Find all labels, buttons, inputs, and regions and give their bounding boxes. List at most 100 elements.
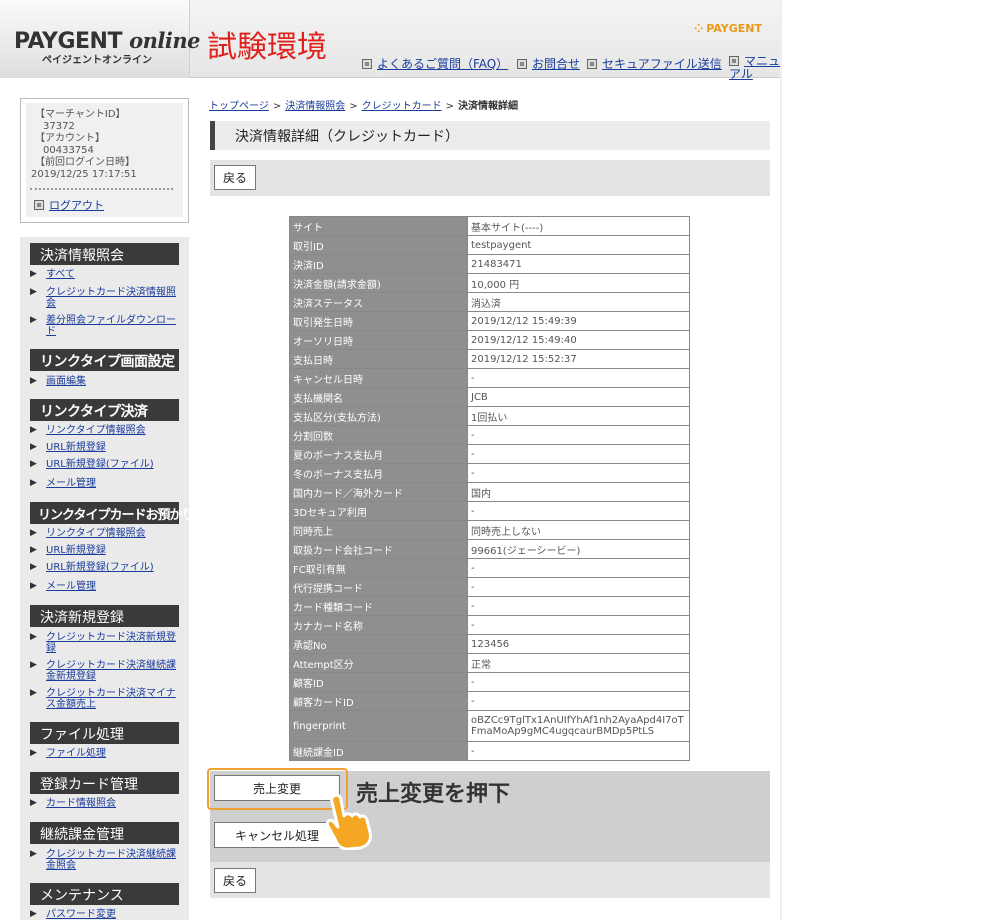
sidebar-item[interactable]: ▶ URL新規登録	[30, 442, 180, 453]
sidebar-item[interactable]: ▶ メール管理	[30, 478, 180, 489]
table-row: 夏のボーナス支払月 -	[289, 444, 690, 464]
sidebar-link[interactable]: パスワード変更	[46, 909, 116, 920]
detail-label: 国内カード／海外カード	[289, 482, 468, 502]
detail-value: 123456	[467, 634, 690, 654]
sidebar-link[interactable]: クレジットカード決済新規登録	[46, 632, 176, 654]
square-bullet-icon	[729, 56, 739, 66]
table-row: 顧客ID -	[289, 672, 690, 692]
nav-contact-link[interactable]: お問合せ	[532, 57, 580, 71]
table-row: カード種類コード -	[289, 596, 690, 616]
sidebar-heading: 登録カード管理	[30, 772, 179, 794]
breadcrumb-inquiry[interactable]: 決済情報照会	[285, 101, 345, 112]
table-row: 決済金額(請求金額) 10,000 円	[289, 273, 690, 293]
sidebar-item[interactable]: ▶ パスワード変更	[30, 909, 180, 920]
detail-label: 夏のボーナス支払月	[289, 444, 468, 464]
breadcrumb-credit[interactable]: クレジットカード	[362, 101, 442, 112]
sidebar-link[interactable]: クレジットカード決済情報照会	[46, 287, 176, 309]
nav-faq[interactable]: よくあるご質問（FAQ）	[362, 55, 508, 72]
sidebar-link[interactable]: メール管理	[46, 581, 96, 592]
arrow-right-icon: ▶	[30, 562, 37, 572]
nav-faq-link[interactable]: よくあるご質問（FAQ）	[377, 57, 508, 71]
table-row: 3Dセキュア利用 -	[289, 501, 690, 521]
account-label: 【アカウント】	[35, 133, 105, 144]
table-row: 同時売上 同時売上しない	[289, 520, 690, 540]
sidebar-link[interactable]: カード情報照会	[46, 798, 116, 809]
sidebar-item[interactable]: ▶ ファイル処理	[30, 748, 180, 759]
logout[interactable]: ログアウト	[34, 197, 104, 213]
sidebar-item[interactable]: ▶ クレジットカード決済情報照会	[30, 287, 180, 309]
table-row: 分割回数 -	[289, 425, 690, 445]
sidebar-item[interactable]: ▶ メール管理	[30, 581, 180, 592]
detail-label: 分割回数	[289, 425, 468, 445]
detail-value: -	[467, 596, 690, 616]
sidebar-link[interactable]: クレジットカード決済継続課金新規登録	[46, 660, 176, 682]
detail-value: -	[467, 463, 690, 483]
instruction-callout: 売上変更を押下	[356, 782, 511, 807]
nav-contact[interactable]: お問合せ	[517, 55, 580, 72]
sidebar-item[interactable]: ▶ すべて	[30, 269, 180, 280]
sidebar-item[interactable]: ▶ リンクタイプ情報照会	[30, 528, 180, 539]
detail-label: 顧客ID	[289, 672, 468, 692]
arrow-right-icon: ▶	[30, 478, 37, 488]
detail-value: 21483471	[467, 254, 690, 274]
table-row: オーソリ日時 2019/12/12 15:49:40	[289, 330, 690, 350]
top-nav: よくあるご質問（FAQ） お問合せ セキュアファイル送信 マニュアル	[362, 55, 782, 83]
sidebar-item[interactable]: ▶ 画面編集	[30, 376, 180, 387]
sidebar-item[interactable]: ▶ リンクタイプ情報照会	[30, 425, 180, 436]
account-id: 00433754	[43, 145, 94, 156]
back-button-bottom[interactable]: 戻る	[214, 868, 256, 893]
table-row: 代行提携コード -	[289, 577, 690, 597]
last-login-label: 【前回ログイン日時】	[35, 157, 135, 168]
nav-secure-file-link[interactable]: セキュアファイル送信	[602, 57, 722, 71]
logo[interactable]: PAYGENT online ペイジェントオンライン	[0, 0, 200, 78]
detail-value: -	[467, 615, 690, 635]
sidebar-link[interactable]: クレジットカード決済継続課金照会	[46, 849, 176, 871]
pointing-hand-icon	[325, 793, 372, 850]
arrow-right-icon: ▶	[30, 269, 37, 279]
nav-secure-file[interactable]: セキュアファイル送信	[587, 55, 722, 72]
sidebar-link[interactable]: クレジットカード決済マイナス金額売上	[46, 688, 176, 710]
square-bullet-icon	[362, 59, 372, 69]
detail-table: サイト 基本サイト(----) 取引ID testpaygent 決済ID 2148347…	[289, 216, 690, 761]
sidebar-link[interactable]: URL新規登録(ファイル)	[46, 459, 154, 470]
back-button-top[interactable]: 戻る	[214, 165, 256, 190]
sidebar-link[interactable]: URL新規登録	[46, 442, 106, 453]
detail-value: 基本サイト(----)	[467, 216, 690, 236]
sidebar-item[interactable]: ▶ 差分照会ファイルダウンロード	[30, 315, 180, 337]
sidebar-link[interactable]: リンクタイプ情報照会	[46, 425, 146, 436]
detail-table-body: サイト 基本サイト(----) 取引ID testpaygent 決済ID 2148347…	[289, 216, 690, 761]
sidebar-item[interactable]: ▶ カード情報照会	[30, 798, 180, 809]
sidebar-link[interactable]: URL新規登録(ファイル)	[46, 562, 154, 573]
sidebar-heading: リンクタイプ画面設定	[30, 349, 179, 371]
sidebar-item[interactable]: ▶ クレジットカード決済継続課金照会	[30, 849, 180, 871]
table-row: 支払日時 2019/12/12 15:52:37	[289, 349, 690, 369]
arrow-right-icon: ▶	[30, 632, 37, 642]
sidebar-item[interactable]: ▶ クレジットカード決済マイナス金額売上	[30, 688, 180, 710]
sidebar-item[interactable]: ▶ URL新規登録(ファイル)	[30, 459, 180, 470]
logo-subtitle: ペイジェントオンライン	[42, 55, 152, 66]
table-row: キャンセル日時 -	[289, 368, 690, 388]
sidebar-link[interactable]: リンクタイプ情報照会	[46, 528, 146, 539]
sidebar-link[interactable]: 画面編集	[46, 376, 86, 387]
sidebar-item[interactable]: ▶ URL新規登録(ファイル)	[30, 562, 180, 573]
nav-manual[interactable]: マニュアル	[729, 55, 781, 81]
sidebar-link[interactable]: メール管理	[46, 478, 96, 489]
breadcrumb-top[interactable]: トップページ	[209, 101, 269, 112]
sidebar-item[interactable]: ▶ クレジットカード決済継続課金新規登録	[30, 660, 180, 682]
table-row: 決済ID 21483471	[289, 254, 690, 274]
detail-label: 承認No	[289, 634, 468, 654]
sidebar-link[interactable]: ファイル処理	[46, 748, 106, 759]
detail-value: -	[467, 741, 690, 761]
sidebar-link[interactable]: すべて	[46, 269, 75, 280]
sidebar-item[interactable]: ▶ URL新規登録	[30, 545, 180, 556]
sidebar-link[interactable]: 差分照会ファイルダウンロード	[46, 315, 176, 337]
table-row: 承認No 123456	[289, 634, 690, 654]
logout-link[interactable]: ログアウト	[49, 199, 104, 212]
detail-label: 支払日時	[289, 349, 468, 369]
detail-label: 冬のボーナス支払月	[289, 463, 468, 483]
detail-value: 正常	[467, 653, 690, 673]
detail-value: 10,000 円	[467, 273, 690, 293]
arrow-right-icon: ▶	[30, 459, 37, 469]
sidebar-item[interactable]: ▶ クレジットカード決済新規登録	[30, 632, 180, 654]
sidebar-link[interactable]: URL新規登録	[46, 545, 106, 556]
